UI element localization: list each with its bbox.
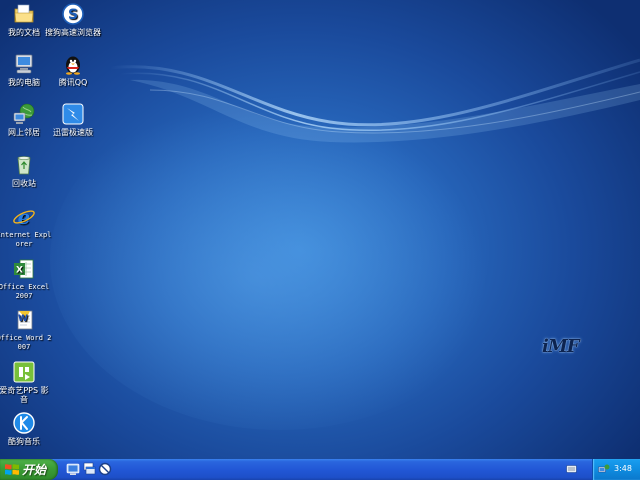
- desktop-icon-label: 腾讯QQ: [58, 78, 88, 87]
- taskbar[interactable]: 开始 3:48: [0, 459, 640, 480]
- network-status-icon[interactable]: [598, 464, 610, 475]
- desktop-icon-internet-explorer[interactable]: e Internet Explorer: [0, 205, 52, 249]
- desktop-icon-label: 回收站: [12, 179, 36, 188]
- desktop-icon-label: Internet Explorer: [0, 231, 52, 248]
- desktop-icon-iqiyi-pps[interactable]: 爱奇艺PPS 影音: [0, 360, 52, 404]
- system-tray: 3:48: [592, 459, 640, 480]
- internet-explorer-icon: e: [13, 205, 35, 229]
- thunder-icon: [62, 103, 84, 125]
- sogou-browser-icon: S: [62, 3, 84, 25]
- block-icon[interactable]: [98, 462, 112, 476]
- show-desktop-icon[interactable]: [66, 462, 80, 476]
- svg-text:W: W: [18, 314, 28, 324]
- keyboard-icon[interactable]: [566, 465, 577, 473]
- window-switch-icon[interactable]: [82, 462, 96, 476]
- tray-clock[interactable]: 3:48: [614, 464, 632, 473]
- qq-penguin-icon: [66, 56, 80, 75]
- my-documents-icon: [14, 4, 34, 23]
- start-label: 开始: [22, 463, 47, 477]
- desktop-icon-label: Office Word 2007: [0, 334, 52, 351]
- iqiyi-pps-icon: [13, 361, 35, 383]
- desktop-icon-excel[interactable]: X Office Excel 2007: [0, 257, 52, 301]
- desktop-icon-qq[interactable]: 腾讯QQ: [45, 52, 101, 87]
- svg-text:X: X: [16, 266, 23, 276]
- svg-text:e: e: [18, 205, 31, 229]
- kugou-music-icon: [13, 412, 35, 434]
- desktop-icon-label: 爱奇艺PPS 影音: [0, 386, 49, 404]
- desktop-icon-word[interactable]: W Office Word 2007: [0, 308, 52, 352]
- svg-text:S: S: [68, 7, 78, 23]
- desktop-icon-thunder[interactable]: 迅雷极速版: [45, 102, 101, 137]
- start-button[interactable]: 开始: [0, 459, 58, 480]
- desktop-icon-kugou-music[interactable]: 酷狗音乐: [0, 411, 52, 446]
- word-icon: W: [17, 310, 33, 330]
- recycle-bin-icon: [17, 156, 31, 175]
- desktop-icon-label: Office Excel 2007: [0, 283, 50, 300]
- excel-icon: X: [14, 259, 34, 279]
- desktop-icon-recycle-bin[interactable]: 回收站: [0, 153, 52, 188]
- network-places-icon: [13, 103, 35, 124]
- my-computer-icon: [15, 54, 33, 74]
- desktop[interactable]: iMF 我的文档 S 搜狗高速浏览器 我的电脑 腾讯QQ 网上邻居 迅雷极速版 …: [0, 0, 640, 459]
- desktop-icon-label: 酷狗音乐: [8, 437, 40, 446]
- windows-flag-icon: [5, 464, 19, 475]
- desktop-icon-sogou-browser[interactable]: S 搜狗高速浏览器: [45, 2, 101, 37]
- desktop-icon-label: 搜狗高速浏览器: [45, 28, 101, 37]
- desktop-icon-label: 迅雷极速版: [53, 128, 93, 137]
- wallpaper-logo: iMF: [542, 336, 580, 357]
